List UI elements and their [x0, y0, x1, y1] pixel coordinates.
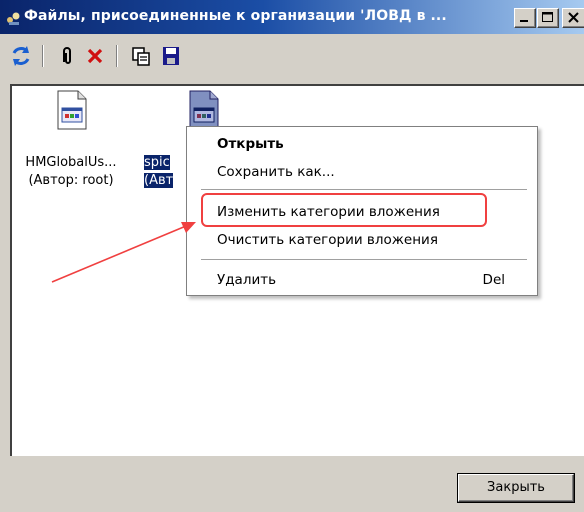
maximize-icon	[542, 12, 553, 22]
menu-item-delete-label: Удалить	[217, 272, 277, 288]
menu-item-open[interactable]: Открыть	[217, 133, 517, 155]
paperclip-icon	[63, 47, 71, 64]
annotation-highlight	[201, 193, 487, 227]
menu-separator	[201, 259, 527, 260]
file-author: (Автор: root)	[28, 173, 114, 188]
delete-shortcut: Del	[482, 272, 505, 288]
file-name: HMGlobalUs...	[25, 155, 117, 170]
delete-icon	[87, 48, 103, 64]
attachment-app-icon	[7, 12, 20, 25]
file-name: spic	[144, 155, 170, 170]
context-menu: Открыть Сохранить как... Изменить катего…	[186, 126, 538, 296]
menu-separator	[201, 189, 527, 190]
document-icon	[57, 90, 87, 130]
copy-button[interactable]	[128, 44, 154, 68]
toolbar-separator	[116, 45, 118, 67]
menu-item-clear-categories[interactable]: Очистить категории вложения	[217, 229, 517, 251]
minimize-button[interactable]	[514, 8, 536, 28]
refresh-icon	[12, 46, 30, 66]
toolbar-separator	[42, 45, 44, 67]
save-icon	[163, 47, 179, 65]
save-button[interactable]	[158, 44, 184, 68]
toolbar	[0, 35, 584, 77]
document-icon	[189, 90, 219, 130]
file-author: (Авт	[144, 173, 174, 188]
menu-item-save-as[interactable]: Сохранить как...	[217, 161, 517, 183]
minimize-icon	[520, 20, 528, 22]
maximize-button[interactable]	[537, 8, 559, 28]
file-label: HMGlobalUs... (Автор: root)	[10, 154, 132, 190]
delete-button[interactable]	[82, 44, 108, 68]
refresh-button[interactable]	[8, 44, 34, 68]
title-bar: Файлы, присоединенные к организации 'ЛОВ…	[0, 0, 584, 34]
menu-item-delete[interactable]: Удалить Del	[217, 269, 517, 291]
dialog-footer: Закрыть	[0, 456, 584, 512]
close-icon	[568, 12, 579, 23]
close-window-button[interactable]	[562, 8, 584, 28]
attach-button[interactable]	[54, 44, 80, 68]
close-button[interactable]: Закрыть	[458, 474, 574, 502]
window-title: Файлы, присоединенные к организации 'ЛОВ…	[24, 8, 447, 24]
copy-icon	[132, 47, 150, 66]
